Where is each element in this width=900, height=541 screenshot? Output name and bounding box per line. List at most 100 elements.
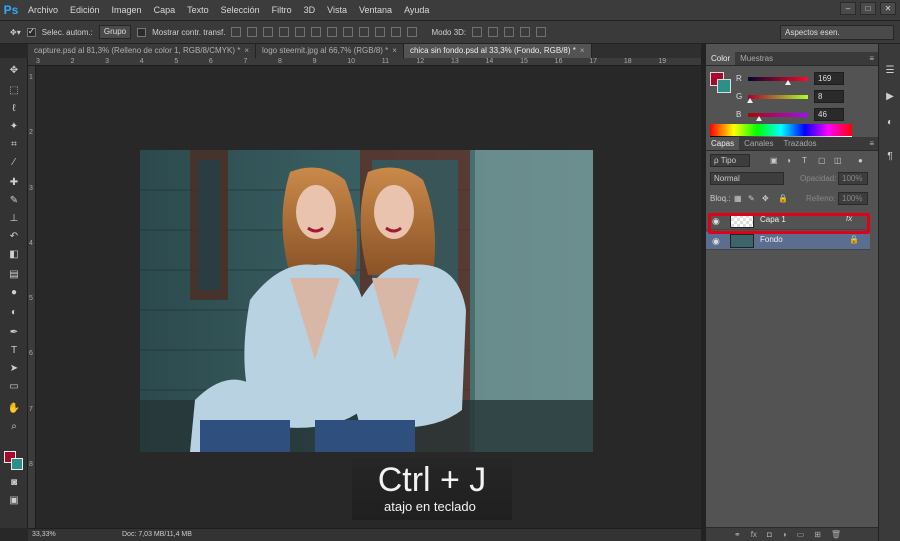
opacity-field[interactable]: 100% — [838, 172, 868, 185]
menu-imagen[interactable]: Imagen — [106, 0, 148, 20]
tab-layers[interactable]: Capas — [706, 137, 740, 150]
roll-3d-icon[interactable] — [488, 27, 499, 37]
fill-field[interactable]: 100% — [838, 192, 868, 205]
blue-slider-thumb[interactable] — [755, 116, 762, 121]
document-canvas[interactable]: Ctrl + J atajo en teclado — [36, 66, 701, 528]
type-tool-icon[interactable]: T — [5, 344, 23, 358]
distribute-bottom-icon[interactable] — [359, 27, 370, 37]
magic-wand-tool-icon[interactable]: ✦ — [5, 120, 23, 134]
align-top-icon[interactable] — [231, 27, 242, 37]
tab-chica-sin-fondo[interactable]: chica sin fondo.psd al 33,3% (Fondo, RGB… — [403, 44, 592, 58]
filter-smart-object-icon[interactable]: ◫ — [834, 154, 842, 167]
link-layers-icon[interactable]: ⚭ — [734, 530, 741, 539]
new-layer-icon[interactable]: ⊞ — [814, 530, 821, 539]
eraser-tool-icon[interactable]: ◧ — [5, 248, 23, 262]
filter-type-icon[interactable]: T — [802, 154, 807, 167]
move-tool-icon[interactable]: ✥ — [5, 64, 23, 78]
crop-tool-icon[interactable]: ⌗ — [5, 138, 23, 152]
lasso-tool-icon[interactable]: ℓ — [5, 102, 23, 116]
lock-transparency-icon[interactable]: ▦ — [734, 192, 742, 205]
blue-value-field[interactable]: 46 — [814, 108, 844, 121]
red-slider-thumb[interactable] — [784, 80, 791, 85]
tab-channels[interactable]: Canales — [739, 137, 778, 150]
close-window-button[interactable]: ✕ — [880, 2, 896, 15]
tab-paths[interactable]: Trazados — [778, 137, 821, 150]
zoom-level[interactable]: 33,33% — [32, 529, 56, 541]
eye-icon[interactable]: ◉ — [712, 236, 720, 247]
scale-3d-icon[interactable] — [536, 27, 547, 37]
blur-tool-icon[interactable]: ● — [5, 286, 23, 300]
delete-layer-icon[interactable]: 🗑 — [831, 530, 841, 539]
path-selection-tool-icon[interactable]: ➤ — [5, 362, 23, 376]
distribute-left-icon[interactable] — [375, 27, 386, 37]
layer-filter-dropdown[interactable]: ρ Tipo — [710, 154, 750, 167]
lock-position-icon[interactable]: ✥ — [762, 192, 769, 205]
align-bottom-icon[interactable] — [263, 27, 274, 37]
close-icon[interactable]: × — [392, 46, 397, 55]
menu-vista[interactable]: Vista — [321, 0, 353, 20]
panel-menu-icon[interactable]: ≡ — [869, 137, 878, 150]
background-color-swatch[interactable] — [11, 458, 23, 470]
zoom-tool-icon[interactable]: ⌕ — [5, 420, 23, 434]
menu-texto[interactable]: Texto — [181, 0, 215, 20]
add-style-icon[interactable]: fx — [751, 530, 757, 539]
quick-mask-icon[interactable]: ◙ — [5, 476, 23, 490]
adjustments-panel-icon[interactable]: ◐ — [883, 116, 897, 130]
screen-mode-icon[interactable]: ▣ — [5, 494, 23, 508]
lock-all-icon[interactable]: 🔒 — [778, 192, 788, 205]
maximize-button[interactable]: □ — [860, 2, 876, 15]
close-icon[interactable]: × — [580, 46, 585, 55]
blend-mode-dropdown[interactable]: Normal — [710, 172, 784, 185]
menu-edicion[interactable]: Edición — [64, 0, 106, 20]
filter-toggle-icon[interactable]: ● — [858, 154, 863, 167]
show-transform-checkbox[interactable] — [137, 27, 147, 37]
workspace-dropdown[interactable]: Aspectos esen. — [780, 25, 894, 40]
align-right-icon[interactable] — [311, 27, 322, 37]
add-mask-icon[interactable]: ◘ — [767, 530, 772, 539]
green-slider-track[interactable] — [748, 95, 808, 99]
red-value-field[interactable]: 169 — [814, 72, 844, 85]
close-icon[interactable]: × — [244, 46, 249, 55]
filter-shape-icon[interactable]: ▢ — [818, 154, 826, 167]
align-middle-icon[interactable] — [247, 27, 258, 37]
history-brush-tool-icon[interactable]: ↶ — [5, 230, 23, 244]
green-slider-thumb[interactable] — [746, 98, 753, 103]
tab-logo-steemit[interactable]: logo steemit.jpg al 66,7% (RGB/8) * × — [256, 44, 404, 58]
tab-swatches[interactable]: Muestras — [735, 52, 778, 65]
shape-tool-icon[interactable]: ▭ — [5, 380, 23, 394]
panel-menu-icon[interactable]: ≡ — [869, 52, 878, 65]
distribute-top-icon[interactable] — [327, 27, 338, 37]
clone-stamp-tool-icon[interactable]: ⊥ — [5, 212, 23, 226]
new-group-icon[interactable]: ▭ — [797, 530, 805, 539]
rotate-3d-icon[interactable] — [472, 27, 483, 37]
menu-filtro[interactable]: Filtro — [266, 0, 298, 20]
lock-pixels-icon[interactable]: ✎ — [748, 192, 755, 205]
tab-capture[interactable]: capture.psd al 81,3% (Relleno de color 1… — [28, 44, 256, 58]
menu-seleccion[interactable]: Selección — [215, 0, 266, 20]
history-panel-icon[interactable]: ☰ — [883, 64, 897, 78]
green-value-field[interactable]: 8 — [814, 90, 844, 103]
filter-pixel-icon[interactable]: ▣ — [770, 154, 778, 167]
align-center-icon[interactable] — [295, 27, 306, 37]
actions-panel-icon[interactable]: ▶ — [883, 90, 897, 104]
distribute-middle-icon[interactable] — [343, 27, 354, 37]
menu-ventana[interactable]: Ventana — [353, 0, 398, 20]
pen-tool-icon[interactable]: ✒ — [5, 326, 23, 340]
tab-color[interactable]: Color — [706, 52, 736, 65]
color-panel-background-swatch[interactable] — [717, 79, 731, 93]
filter-adjustment-icon[interactable]: ◑ — [786, 154, 791, 167]
eyedropper-tool-icon[interactable]: ⁄ — [5, 156, 23, 170]
healing-brush-tool-icon[interactable]: ✚ — [5, 176, 23, 190]
red-slider-track[interactable] — [748, 77, 808, 81]
layer-row-fondo[interactable]: ◉ Fondo 🔒 — [706, 232, 870, 250]
color-spectrum-bar[interactable] — [710, 124, 852, 136]
move-tool-icon[interactable]: ✥▾ — [10, 28, 21, 37]
menu-3d[interactable]: 3D — [298, 0, 322, 20]
gradient-tool-icon[interactable]: ▤ — [5, 268, 23, 282]
pan-3d-icon[interactable] — [504, 27, 515, 37]
auto-select-checkbox[interactable] — [26, 26, 36, 37]
menu-capa[interactable]: Capa — [148, 0, 182, 20]
distribute-center-icon[interactable] — [391, 27, 402, 37]
slide-3d-icon[interactable] — [520, 27, 531, 37]
minimize-button[interactable]: – — [840, 2, 856, 15]
